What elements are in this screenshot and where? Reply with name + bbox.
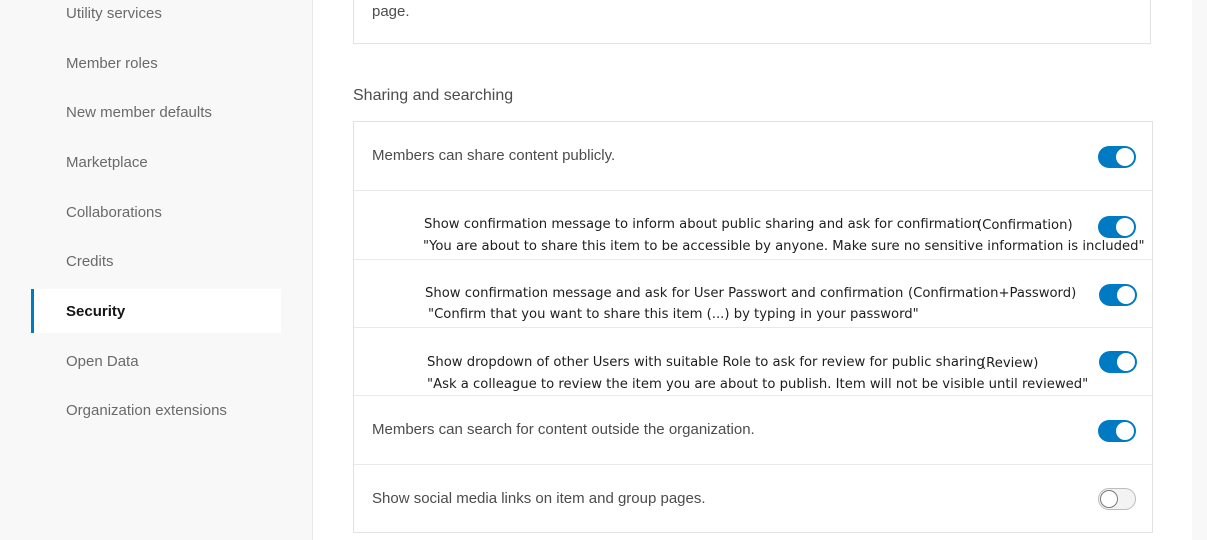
sidebar-item-utility-services[interactable]: Utility services: [31, 0, 281, 35]
setting-label: Members can search for content outside t…: [372, 421, 755, 438]
setting-label: Show social media links on item and grou…: [372, 490, 706, 507]
share-publicly-toggle[interactable]: [1098, 146, 1136, 168]
confirmation-toggle[interactable]: [1098, 216, 1136, 238]
card-text: page.: [372, 3, 410, 20]
toggle-knob: [1100, 490, 1118, 508]
setting-row-social-links: Show social media links on item and grou…: [354, 465, 1152, 532]
setting-row-search-outside: Members can search for content outside t…: [354, 396, 1152, 465]
toggle-knob: [1116, 148, 1134, 166]
setting-label: Members can share content publicly.: [372, 147, 616, 164]
scrollbar-track[interactable]: [1192, 0, 1207, 540]
setting-row-confirmation: Show confirmation message to inform abou…: [354, 191, 1152, 260]
review-toggle[interactable]: [1099, 351, 1137, 373]
sharing-settings-card: Members can share content publicly. Show…: [353, 121, 1153, 533]
confirmation-password-text: Show confirmation message and ask for Us…: [425, 286, 904, 301]
sidebar-item-new-member-defaults[interactable]: New member defaults: [31, 90, 281, 134]
sidebar-item-open-data[interactable]: Open Data: [31, 339, 281, 383]
section-title: Sharing and searching: [353, 87, 514, 104]
toggle-knob: [1117, 353, 1135, 371]
confirmation-password-quote: "Confirm that you want to share this ite…: [428, 307, 919, 322]
confirmation-tag: (Confirmation): [977, 218, 1073, 233]
toggle-knob: [1117, 286, 1135, 304]
social-links-toggle[interactable]: [1098, 488, 1136, 510]
toggle-knob: [1116, 422, 1134, 440]
setting-row-confirmation-password: Show confirmation message and ask for Us…: [354, 260, 1152, 328]
setting-row-share-publicly: Members can share content publicly.: [354, 122, 1152, 191]
sidebar: Utility services Member roles New member…: [0, 0, 313, 540]
sidebar-item-collaborations[interactable]: Collaborations: [31, 190, 281, 234]
previous-settings-card: page.: [353, 0, 1151, 44]
review-quote: "Ask a colleague to review the item you …: [427, 377, 1089, 392]
review-text: Show dropdown of other Users with suitab…: [427, 355, 985, 370]
review-tag: (Review): [981, 356, 1039, 371]
sidebar-item-credits[interactable]: Credits: [31, 239, 281, 283]
sidebar-item-security[interactable]: Security: [31, 289, 281, 333]
confirmation-password-tag: (Confirmation+Password): [908, 286, 1077, 301]
setting-row-review: Show dropdown of other Users with suitab…: [354, 328, 1152, 396]
confirmation-password-toggle[interactable]: [1099, 284, 1137, 306]
toggle-knob: [1116, 218, 1134, 236]
confirmation-quote: "You are about to share this item to be …: [423, 239, 1145, 254]
sidebar-item-marketplace[interactable]: Marketplace: [31, 140, 281, 184]
confirmation-text: Show confirmation message to inform abou…: [424, 217, 981, 232]
sidebar-item-organization-extensions[interactable]: Organization extensions: [31, 388, 281, 432]
search-outside-toggle[interactable]: [1098, 420, 1136, 442]
sidebar-item-member-roles[interactable]: Member roles: [31, 41, 281, 85]
